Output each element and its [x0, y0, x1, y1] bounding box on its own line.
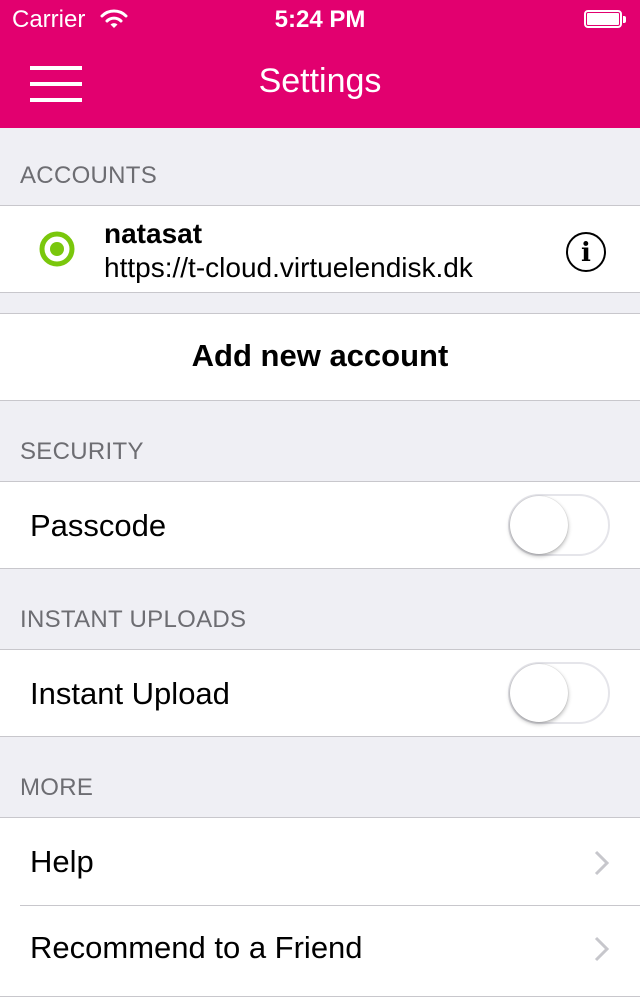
account-url: https://t-cloud.virtuelendisk.dk: [104, 252, 473, 283]
recommend-label: Recommend to a Friend: [30, 930, 363, 965]
more-list: Help Recommend to a Friend: [0, 817, 640, 997]
add-account-label: Add new account: [191, 338, 449, 373]
help-label: Help: [30, 844, 94, 879]
passcode-toggle[interactable]: [508, 494, 610, 556]
instant-upload-row: Instant Upload: [0, 649, 640, 737]
passcode-row: Passcode: [0, 481, 640, 569]
add-account-button[interactable]: Add new account: [0, 313, 640, 401]
section-header-more: MORE: [20, 774, 94, 801]
section-header-instant-uploads: INSTANT UPLOADS: [20, 606, 247, 633]
account-row[interactable]: natasat https://t-cloud.virtuelendisk.dk…: [0, 205, 640, 293]
toggle-knob: [510, 496, 568, 554]
navigation-bar: Carrier 5:24 PM Settings: [0, 0, 640, 128]
recommend-row[interactable]: Recommend to a Friend: [0, 906, 640, 994]
instant-upload-label: Instant Upload: [30, 676, 230, 711]
help-row[interactable]: Help: [0, 818, 640, 906]
chevron-right-icon: [594, 850, 610, 876]
instant-upload-toggle[interactable]: [508, 662, 610, 724]
passcode-label: Passcode: [30, 508, 167, 543]
section-header-security: SECURITY: [20, 438, 144, 465]
info-icon[interactable]: i: [566, 232, 606, 272]
active-account-icon: [39, 231, 75, 267]
page-title: Settings: [258, 62, 382, 100]
chevron-right-icon: [594, 936, 610, 962]
toggle-knob: [510, 664, 568, 722]
account-name: natasat: [104, 218, 203, 249]
info-glyph: i: [581, 238, 591, 268]
status-time: 5:24 PM: [274, 6, 366, 33]
section-header-accounts: ACCOUNTS: [20, 162, 158, 189]
battery-icon: [584, 10, 628, 30]
